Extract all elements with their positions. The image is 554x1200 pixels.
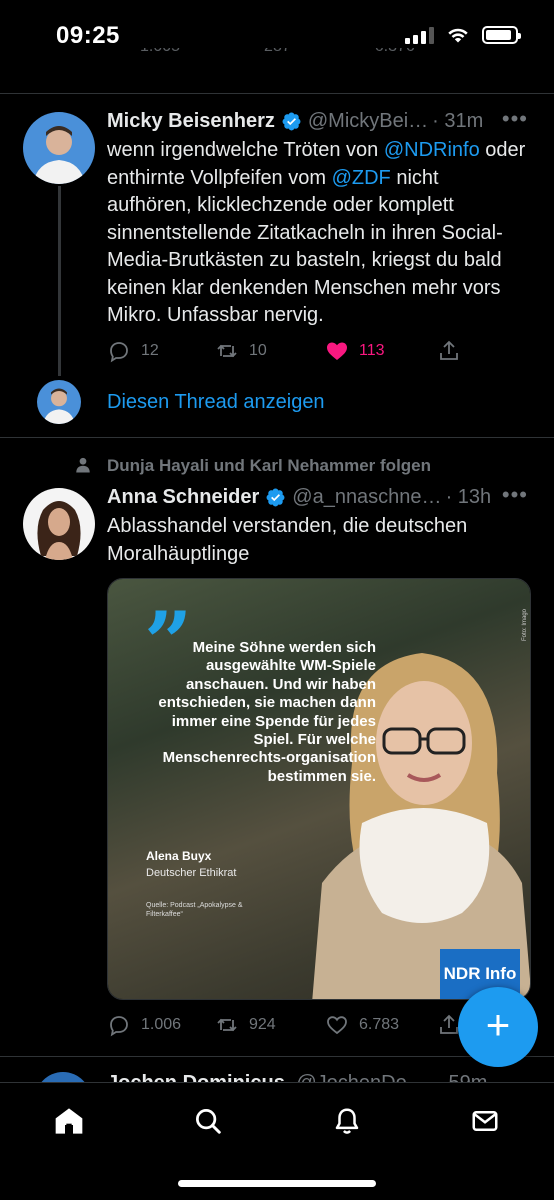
signal-icon (405, 26, 434, 44)
show-thread-link[interactable]: Diesen Thread anzeigen (107, 391, 325, 414)
home-indicator (178, 1180, 376, 1187)
tweet-media-image[interactable]: ” Meine Söhne werden sich ausgewählte WM… (107, 578, 531, 1000)
tweet-actions: 1.006 924 6.783 (107, 1013, 467, 1037)
reply-icon (110, 342, 128, 363)
timestamp[interactable]: · 13h (446, 486, 492, 509)
heart-icon (327, 1016, 347, 1035)
partial-tweet-bottom: Jochen Dominicus @JochenDo… · 59m (0, 1058, 554, 1082)
photo-credit: Foto: Imago (522, 609, 528, 642)
display-name[interactable]: Micky Beisenherz (107, 110, 275, 133)
like-count: 6.783 (359, 1016, 400, 1033)
partial-tweet-top: 1.005 287 6.376 (0, 48, 554, 94)
quote-author: Alena Buyx (146, 849, 212, 863)
tab-messages[interactable] (465, 1101, 505, 1141)
timestamp[interactable]: · 59m (436, 1072, 487, 1082)
mention-link[interactable]: @ZDF (332, 167, 391, 189)
tab-search[interactable] (188, 1101, 228, 1141)
tab-home[interactable] (49, 1101, 89, 1141)
timestamp[interactable]: · 31m (432, 110, 483, 133)
retweet-count: 10 (249, 342, 267, 359)
reply-count: 12 (141, 342, 159, 359)
tweet-actions: 12 10 113 (107, 339, 467, 363)
more-options-icon[interactable]: ••• (502, 106, 528, 132)
status-time: 09:25 (56, 22, 120, 49)
bell-icon (335, 1108, 359, 1134)
reply-button[interactable]: 12 (107, 339, 215, 363)
retweet-count: 924 (249, 1016, 276, 1033)
battery-icon (482, 26, 521, 44)
verified-badge-icon (266, 488, 285, 507)
reply-count[interactable]: 1.005 (108, 48, 180, 56)
reply-count: 1.006 (141, 1016, 182, 1033)
divider (0, 437, 554, 438)
wifi-icon (448, 28, 468, 43)
mention-link[interactable]: @NDRinfo (384, 139, 480, 161)
tweet-header: Micky Beisenherz @MickyBei… · 31m (107, 110, 483, 133)
more-options-icon[interactable]: ••• (502, 482, 528, 508)
reply-button[interactable]: 1.006 (107, 1013, 215, 1037)
thread-line (58, 186, 61, 376)
quote-text: Meine Söhne werden sich ausgewählte WM-S… (158, 639, 376, 785)
tweet-text-segment: nicht aufhören, klicklechzende oder komp… (107, 166, 503, 327)
handle[interactable]: @JochenDo… (296, 1072, 426, 1082)
tab-notifications[interactable] (327, 1101, 367, 1141)
share-icon (440, 340, 458, 360)
retweet-button[interactable]: 924 (215, 1013, 325, 1037)
avatar[interactable] (23, 488, 95, 560)
like-button[interactable]: 6.783 (325, 1013, 437, 1037)
like-count[interactable]: 6.376 (343, 48, 415, 56)
mail-icon (472, 1111, 498, 1131)
retweet-icon (217, 1018, 237, 1032)
like-count: 113 (359, 342, 385, 359)
handle[interactable]: @a_nnaschne… (292, 486, 441, 509)
display-name[interactable]: Jochen Dominicus (107, 1072, 285, 1082)
reply-icon (110, 1016, 128, 1037)
tweet-text: wenn irgendwelche Tröten von @NDRinfo od… (107, 137, 527, 330)
status-icons (405, 26, 521, 44)
retweet-button[interactable]: 10 (215, 339, 325, 363)
avatar-small[interactable] (37, 380, 81, 424)
tweet-text: Ablasshandel verstanden, die deutschen M… (107, 515, 468, 565)
verified-badge-icon (282, 112, 301, 131)
search-icon (196, 1109, 221, 1134)
retweet-count[interactable]: 287 (232, 48, 291, 56)
tweet-header: Anna Schneider @a_nnaschne… · 13h (107, 486, 491, 509)
social-context[interactable]: Dunja Hayali und Karl Nehammer folgen (107, 456, 431, 476)
home-icon (55, 1108, 83, 1135)
retweet-icon (217, 344, 237, 358)
avatar[interactable] (23, 112, 95, 184)
plus-icon: + (485, 1001, 511, 1048)
heart-filled-icon (327, 342, 347, 360)
quote-role: Deutscher Ethikrat (146, 867, 237, 879)
share-button[interactable] (437, 339, 461, 363)
person-icon (76, 457, 90, 473)
avatar[interactable] (35, 1072, 91, 1082)
handle[interactable]: @MickyBei… (308, 110, 428, 133)
quote-source: Quelle: Podcast „Apokalypse & Filterkaff… (146, 902, 243, 918)
compose-tweet-button[interactable]: + (458, 987, 538, 1067)
display-name[interactable]: Anna Schneider (107, 486, 259, 509)
like-button[interactable]: 113 (325, 339, 437, 363)
tweet-text-segment: wenn irgendwelche Tröten von (107, 139, 384, 161)
